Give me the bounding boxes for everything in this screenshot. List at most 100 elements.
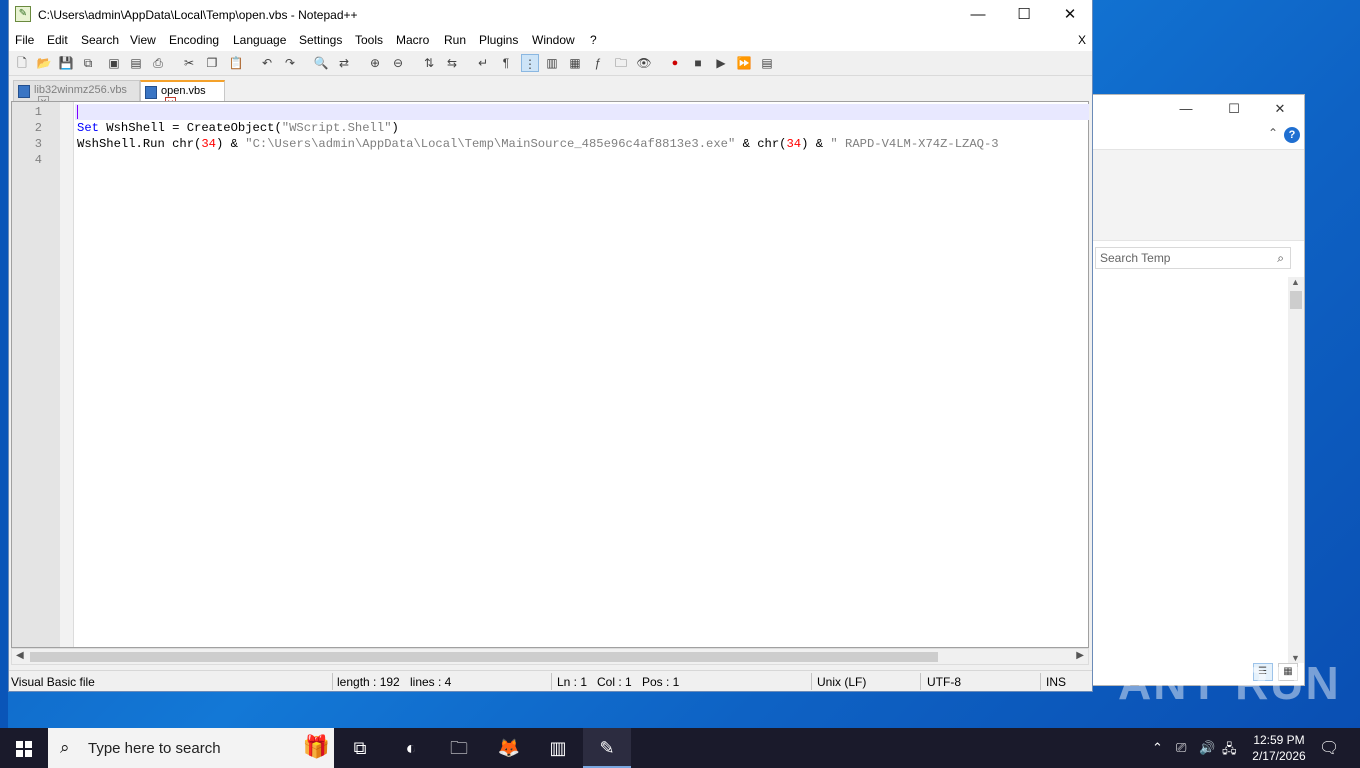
close-file-icon[interactable]: ▣ <box>105 54 123 72</box>
tab-lib32winmz256[interactable]: lib32winmz256.vbs ✕ <box>13 80 140 107</box>
monitoring-icon[interactable]: 👁 <box>635 54 653 72</box>
cut-icon[interactable]: ✂ <box>180 54 198 72</box>
macro-run-multiple-icon[interactable]: ⏩ <box>735 54 753 72</box>
menu-encoding[interactable]: Encoding <box>169 33 219 47</box>
find-icon[interactable]: 🔍 <box>312 54 330 72</box>
status-encoding: UTF-8 <box>927 675 961 689</box>
notepadpp-taskbar-icon[interactable]: ✎ <box>583 728 631 768</box>
indent-guide-icon[interactable]: ⋮ <box>521 54 539 72</box>
menu-edit[interactable]: Edit <box>47 33 68 47</box>
maximize-button[interactable]: ☐ <box>1001 0 1047 30</box>
status-divider <box>332 673 333 690</box>
macro-play-icon[interactable]: ▶ <box>712 54 730 72</box>
menu-settings[interactable]: Settings <box>299 33 342 47</box>
function-list-icon[interactable]: ƒ <box>589 54 607 72</box>
show-hidden-icons-icon[interactable]: ⌃ <box>1152 740 1163 756</box>
taskbar: ⌕ Type here to search 🎁 ⧉ ◐ 🗀 🦊 ▥ ✎ ⌃ ⎚ … <box>0 728 1360 768</box>
file-icon <box>18 85 30 98</box>
explorer-address-area <box>1091 149 1304 241</box>
close-all-icon[interactable]: ▤ <box>127 54 145 72</box>
system-clock[interactable]: 12:59 PM 2/17/2026 <box>1246 732 1312 764</box>
scroll-thumb[interactable] <box>1290 291 1302 309</box>
explorer-minimize-button[interactable]: — <box>1171 99 1201 119</box>
scroll-left-icon[interactable]: ◀ <box>16 650 24 661</box>
open-file-icon[interactable]: 📂 <box>35 54 53 72</box>
taskbar-search-box[interactable]: ⌕ Type here to search 🎁 <box>48 728 334 768</box>
start-button[interactable] <box>0 728 48 768</box>
line-number: 4 <box>34 153 42 167</box>
macro-stop-icon[interactable]: ■ <box>689 54 707 72</box>
menu-macro[interactable]: Macro <box>396 33 429 47</box>
copy-icon[interactable]: ❐ <box>203 54 221 72</box>
volume-icon[interactable]: 🔊 <box>1199 740 1215 756</box>
scroll-thumb[interactable] <box>30 652 938 662</box>
sync-vertical-icon[interactable]: ⇅ <box>420 54 438 72</box>
network-icon[interactable]: 🖧 <box>1222 740 1237 762</box>
explorer-close-button[interactable]: ✕ <box>1265 99 1295 119</box>
file-icon <box>145 86 157 99</box>
help-icon[interactable]: ? <box>1284 127 1300 143</box>
save-all-icon[interactable]: ⧉ <box>79 54 97 72</box>
close-button[interactable]: ✕ <box>1047 0 1093 30</box>
menu-run[interactable]: Run <box>444 33 466 47</box>
menu-plugins[interactable]: Plugins <box>479 33 518 47</box>
menu-language[interactable]: Language <box>233 33 286 47</box>
macro-save-icon[interactable]: ▤ <box>758 54 776 72</box>
explorer-search-placeholder: Search Temp <box>1100 251 1171 265</box>
toolbar: 🗋 📂 💾 ⧉ ▣ ▤ ⎙ ✂ ❐ 📋 ↶ ↷ 🔍 ⇄ ⊕ ⊖ ⇅ ⇆ ↵ ¶ … <box>9 51 1092 76</box>
word-wrap-icon[interactable]: ↵ <box>474 54 492 72</box>
sync-horizontal-icon[interactable]: ⇆ <box>443 54 461 72</box>
taskbar-search-placeholder: Type here to search <box>88 740 221 757</box>
code-editor[interactable]: 1 2 3 4 Set WshShell = CreateObject("WSc… <box>11 101 1089 648</box>
tab-label: lib32winmz256.vbs <box>34 84 127 96</box>
close-document-button[interactable]: X <box>1078 33 1086 47</box>
save-icon[interactable]: 💾 <box>57 54 75 72</box>
replace-icon[interactable]: ⇄ <box>335 54 353 72</box>
explorer-search-input[interactable]: Search Temp ⌕ <box>1095 247 1291 269</box>
notepadpp-window[interactable]: ✎ C:\Users\admin\AppData\Local\Temp\open… <box>8 0 1093 692</box>
winrar-icon[interactable]: ▥ <box>534 728 582 768</box>
file-explorer-icon[interactable]: 🗀 <box>435 728 483 768</box>
firefox-icon[interactable]: 🦊 <box>485 728 533 768</box>
scroll-right-icon[interactable]: ▶ <box>1076 650 1084 661</box>
line-number: 1 <box>34 105 42 119</box>
menu-file[interactable]: File <box>15 33 34 47</box>
tab-open-vbs[interactable]: open.vbs ✕ <box>140 80 225 108</box>
horizontal-scrollbar[interactable]: ◀ ▶ <box>11 648 1089 665</box>
explorer-ribbon: ⌃ ? <box>1091 123 1304 149</box>
menu-search[interactable]: Search <box>81 33 119 47</box>
menu-window[interactable]: Window <box>532 33 575 47</box>
explorer-maximize-button[interactable]: ☐ <box>1219 99 1249 119</box>
show-all-characters-icon[interactable]: ¶ <box>497 54 515 72</box>
menu-view[interactable]: View <box>130 33 156 47</box>
explorer-window[interactable]: — ☐ ✕ ⌃ ? Search Temp ⌕ ▲ ▼ ☰ ▦ <box>1090 94 1305 686</box>
minimize-button[interactable]: — <box>955 0 1001 30</box>
meet-now-icon[interactable]: ⎚ <box>1176 740 1186 756</box>
edge-browser-icon[interactable]: ◐ <box>387 728 435 768</box>
zoom-in-icon[interactable]: ⊕ <box>366 54 384 72</box>
menu-tools[interactable]: Tools <box>355 33 383 47</box>
ribbon-collapse-icon[interactable]: ⌃ <box>1268 126 1278 140</box>
task-view-icon[interactable]: ⧉ <box>336 728 384 768</box>
explorer-scrollbar[interactable]: ▲ ▼ <box>1288 277 1304 663</box>
menu-bar: File Edit Search View Encoding Language … <box>9 30 1092 51</box>
zoom-out-icon[interactable]: ⊖ <box>389 54 407 72</box>
document-map-icon[interactable]: ▦ <box>566 54 584 72</box>
status-col: Col : 1 <box>597 675 632 689</box>
paste-icon[interactable]: 📋 <box>227 54 245 72</box>
new-file-icon[interactable]: 🗋 <box>13 54 31 72</box>
clock-date: 2/17/2026 <box>1252 749 1306 763</box>
macro-record-icon[interactable]: ● <box>666 54 684 72</box>
fold-margin <box>60 102 74 647</box>
user-language-icon[interactable]: ▥ <box>543 54 561 72</box>
undo-icon[interactable]: ↶ <box>258 54 276 72</box>
line-number: 3 <box>34 137 42 151</box>
redo-icon[interactable]: ↷ <box>281 54 299 72</box>
status-ln: Ln : 1 <box>557 675 588 689</box>
scroll-up-icon[interactable]: ▲ <box>1291 277 1300 287</box>
menu-help[interactable]: ? <box>590 33 597 47</box>
search-highlight-gift-icon: 🎁 <box>302 734 330 759</box>
print-icon[interactable]: ⎙ <box>149 54 167 72</box>
folder-as-workspace-icon[interactable]: 🗀 <box>612 54 630 72</box>
notifications-icon[interactable]: 🗨 <box>1319 738 1339 758</box>
